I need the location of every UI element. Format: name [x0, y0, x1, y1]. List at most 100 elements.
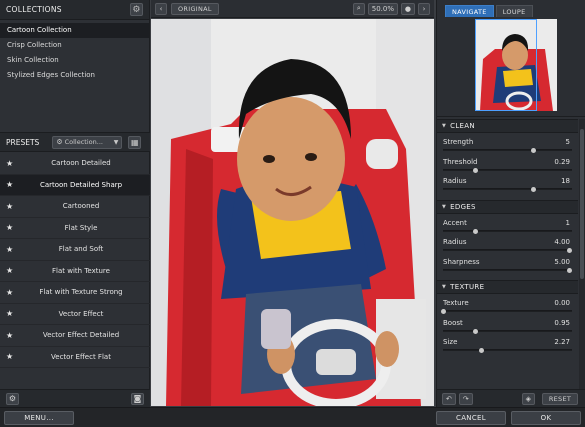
section-title: TEXTURE — [450, 283, 485, 291]
slider-track[interactable] — [443, 328, 572, 334]
zoom-search-icon[interactable]: ⌕ — [352, 2, 365, 15]
slider-handle[interactable] — [566, 267, 572, 273]
preset-item[interactable]: ★ Cartooned — [0, 196, 150, 218]
preset-label: Vector Effect Flat — [51, 352, 111, 361]
slider-track[interactable] — [443, 187, 572, 192]
section-header-texture[interactable]: ▼ TEXTURE — [437, 280, 578, 294]
slider-row: Accent 1 — [437, 219, 578, 239]
slider-handle[interactable] — [530, 187, 536, 192]
menu-button[interactable]: MENU... — [4, 411, 74, 425]
slider-row: Threshold 0.29 — [437, 158, 578, 178]
star-icon[interactable]: ★ — [6, 159, 13, 168]
preset-item[interactable]: ★ Flat and Soft — [0, 239, 150, 261]
slider-handle[interactable] — [472, 228, 478, 234]
preset-item[interactable]: ★ Flat Style — [0, 218, 150, 239]
slider-track[interactable] — [443, 267, 572, 273]
star-icon[interactable]: ★ — [6, 266, 13, 275]
slider-handle[interactable] — [440, 309, 446, 314]
slider-label: Size — [443, 338, 458, 346]
star-icon[interactable]: ★ — [6, 202, 13, 211]
preset-label: Cartoon Detailed Sharp — [39, 180, 123, 189]
slider-value[interactable]: 0.00 — [554, 299, 570, 307]
collection-item-skin[interactable]: Skin Collection — [0, 53, 149, 68]
cancel-button[interactable]: CANCEL — [436, 411, 506, 425]
slider-row: Sharpness 5.00 — [437, 258, 578, 278]
original-button[interactable]: ORIGINAL — [171, 2, 219, 15]
reset-button[interactable]: RESET — [542, 392, 578, 405]
preset-item[interactable]: ★ Cartoon Detailed — [0, 153, 150, 175]
star-icon[interactable]: ★ — [6, 245, 13, 254]
zoom-level[interactable]: 50.0% — [367, 2, 398, 15]
preview-tabs: NAVIGATE LOUPE — [437, 0, 585, 17]
slider-track[interactable] — [443, 167, 572, 173]
collection-dropdown[interactable]: ⚙ Collection... ▼ — [52, 135, 123, 149]
preset-item[interactable]: ★ Cartoon Detailed Sharp — [0, 174, 150, 196]
slider-label: Radius — [443, 177, 467, 185]
bulb-icon[interactable]: ● — [400, 2, 415, 15]
undo-icon[interactable]: ↶ — [442, 392, 456, 405]
slider-row: Size 2.27 — [437, 338, 578, 358]
preset-item[interactable]: ★ Flat with Texture Strong — [0, 282, 150, 304]
star-icon[interactable]: ★ — [6, 180, 13, 189]
star-icon[interactable]: ★ — [6, 331, 13, 340]
slider-value[interactable]: 1 — [566, 219, 570, 227]
slider-value[interactable]: 5 — [566, 138, 570, 146]
section-title: EDGES — [450, 202, 476, 211]
collection-item-crisp[interactable]: Crisp Collection — [0, 38, 149, 53]
collections-list: Cartoon Collection Crisp Collection Skin… — [0, 20, 149, 83]
settings-gear-icon[interactable]: ⚙ — [6, 392, 19, 405]
chevron-down-icon: ▼ — [113, 138, 119, 146]
collections-settings-gear-icon[interactable]: ⚙ — [130, 3, 143, 16]
presets-title: PRESETS — [6, 137, 40, 147]
slider-handle[interactable] — [530, 148, 536, 153]
slider-handle[interactable] — [472, 167, 478, 173]
star-icon[interactable]: ★ — [6, 352, 13, 361]
slider-handle[interactable] — [479, 348, 485, 353]
preset-item[interactable]: ★ Vector Effect Flat — [0, 347, 150, 368]
slider-value[interactable]: 18 — [561, 177, 570, 185]
preview-canvas[interactable] — [151, 19, 434, 406]
slider-track[interactable] — [443, 148, 572, 153]
section-header-edges[interactable]: ▼ EDGES — [437, 199, 578, 214]
collapse-caret-icon: ▼ — [442, 203, 447, 210]
camera-icon[interactable]: ◙ — [131, 392, 144, 405]
star-icon[interactable]: ★ — [6, 288, 13, 297]
collapse-caret-icon: ▼ — [442, 123, 447, 129]
preset-label: Flat with Texture Strong — [39, 288, 123, 297]
history-icon[interactable]: ◈ — [521, 392, 535, 405]
collection-item-cartoon[interactable]: Cartoon Collection — [0, 23, 149, 38]
prev-button[interactable]: ‹ — [155, 2, 167, 15]
scrollbar-thumb[interactable] — [580, 129, 584, 279]
preset-item[interactable]: ★ Vector Effect Detailed — [0, 325, 150, 347]
tab-navigate[interactable]: NAVIGATE — [445, 5, 494, 17]
slider-value[interactable]: 0.95 — [554, 319, 570, 327]
ok-button[interactable]: OK — [511, 411, 581, 425]
redo-icon[interactable]: ↷ — [458, 392, 473, 405]
slider-handle[interactable] — [472, 328, 478, 334]
next-button[interactable]: › — [418, 2, 430, 15]
slider-label: Threshold — [443, 157, 478, 166]
slider-track[interactable] — [443, 248, 572, 253]
preset-item[interactable]: ★ Vector Effect — [0, 304, 150, 325]
navigator-view-frame[interactable] — [475, 19, 537, 111]
section-header-clean[interactable]: ▼ CLEAN — [437, 119, 578, 133]
star-icon[interactable]: ★ — [6, 309, 13, 318]
slider-value[interactable]: 4.00 — [554, 238, 570, 246]
slider-track[interactable] — [443, 228, 572, 234]
slider-track[interactable] — [440, 309, 572, 314]
preset-label: Flat Style — [64, 223, 98, 232]
slider-value[interactable]: 2.27 — [554, 338, 570, 346]
settings-scrollbar[interactable] — [579, 119, 585, 389]
grid-view-icon[interactable]: ▦ — [128, 135, 142, 149]
slider-handle[interactable] — [566, 248, 572, 253]
collection-item-stylized-edges[interactable]: Stylized Edges Collection — [0, 68, 149, 83]
left-panel: COLLECTIONS ⚙ Cartoon Collection Crisp C… — [0, 0, 150, 407]
tab-loupe[interactable]: LOUPE — [495, 5, 533, 17]
preset-item[interactable]: ★ Flat with Texture — [0, 261, 150, 282]
slider-row: Boost 0.95 — [437, 319, 578, 339]
slider-track[interactable] — [443, 348, 572, 353]
slider-value[interactable]: 5.00 — [554, 258, 570, 266]
navigator-area[interactable] — [437, 17, 585, 117]
slider-value[interactable]: 0.29 — [554, 158, 570, 166]
star-icon[interactable]: ★ — [6, 223, 13, 232]
